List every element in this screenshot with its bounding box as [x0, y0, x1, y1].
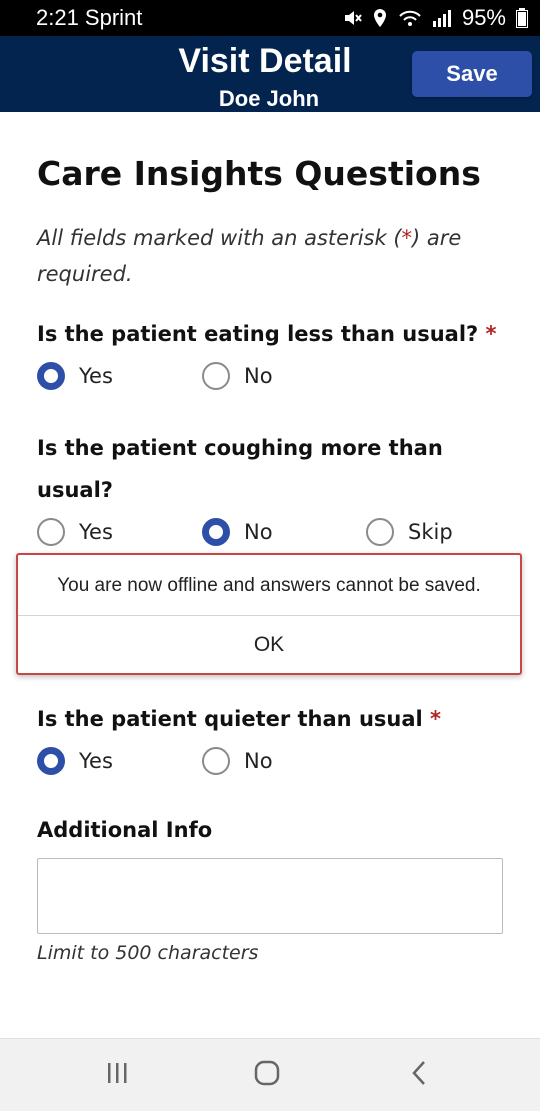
required-note-text: All fields marked with an asterisk (: [37, 226, 402, 250]
option-label: Yes: [79, 520, 113, 544]
question-text: Is the patient quieter than usual: [37, 707, 423, 731]
additional-info-textarea[interactable]: [37, 858, 503, 934]
recents-icon: [105, 1061, 129, 1089]
home-icon: [253, 1059, 281, 1091]
question-3: Is the patient quieter than usual *: [37, 698, 507, 740]
system-nav-bar: [0, 1038, 540, 1111]
question-1: Is the patient eating less than usual? *: [37, 313, 507, 355]
status-time: 2:21 Sprint: [36, 5, 143, 30]
page-title: Care Insights Questions: [37, 154, 481, 193]
q2-option-no[interactable]: No: [202, 518, 273, 546]
radio-button-checked[interactable]: [37, 747, 65, 775]
volte-wifi-icon: [398, 8, 422, 28]
character-limit-hint: Limit to 500 characters: [37, 942, 259, 964]
question-2: Is the patient coughing more than usual?: [37, 436, 443, 502]
option-label: Skip: [408, 520, 453, 544]
location-icon: [372, 8, 388, 28]
q1-option-no[interactable]: No: [202, 362, 273, 390]
q3-option-no[interactable]: No: [202, 747, 273, 775]
additional-info-label: Additional Info: [37, 818, 213, 842]
radio-button[interactable]: [202, 362, 230, 390]
option-label: No: [244, 364, 273, 388]
option-label: Yes: [79, 749, 113, 773]
q2-option-yes[interactable]: Yes: [37, 518, 113, 546]
radio-button[interactable]: [366, 518, 394, 546]
question-text: Is the patient eating less than usual?: [37, 322, 479, 346]
mute-icon: [342, 8, 362, 28]
option-label: No: [244, 749, 273, 773]
q1-option-yes[interactable]: Yes: [37, 362, 113, 390]
battery-percent: 95%: [461, 5, 506, 30]
back-icon: [409, 1060, 429, 1090]
home-button[interactable]: [217, 1039, 317, 1111]
required-mark: *: [485, 322, 497, 346]
offline-dialog: You are now offline and answers cannot b…: [16, 553, 522, 675]
q3-option-yes[interactable]: Yes: [37, 747, 113, 775]
required-fields-note: All fields marked with an asterisk (*) a…: [37, 220, 507, 292]
back-button[interactable]: [369, 1039, 469, 1111]
radio-button[interactable]: [37, 518, 65, 546]
save-button[interactable]: Save: [412, 51, 532, 97]
radio-button[interactable]: [202, 747, 230, 775]
status-bar: 2:21 Sprint 95%: [0, 0, 540, 36]
radio-button-checked[interactable]: [202, 518, 230, 546]
option-label: Yes: [79, 364, 113, 388]
q2-option-skip[interactable]: Skip: [366, 518, 453, 546]
dialog-message: You are now offline and answers cannot b…: [57, 575, 481, 596]
dialog-ok-button[interactable]: OK: [18, 616, 520, 673]
status-icons: 95%: [342, 5, 528, 31]
asterisk-mark: *: [401, 226, 413, 250]
battery-icon: [516, 8, 528, 28]
radio-button-checked[interactable]: [37, 362, 65, 390]
signal-icon: [432, 9, 452, 27]
option-label: No: [244, 520, 273, 544]
recents-button[interactable]: [67, 1039, 167, 1111]
required-mark: *: [430, 707, 442, 731]
